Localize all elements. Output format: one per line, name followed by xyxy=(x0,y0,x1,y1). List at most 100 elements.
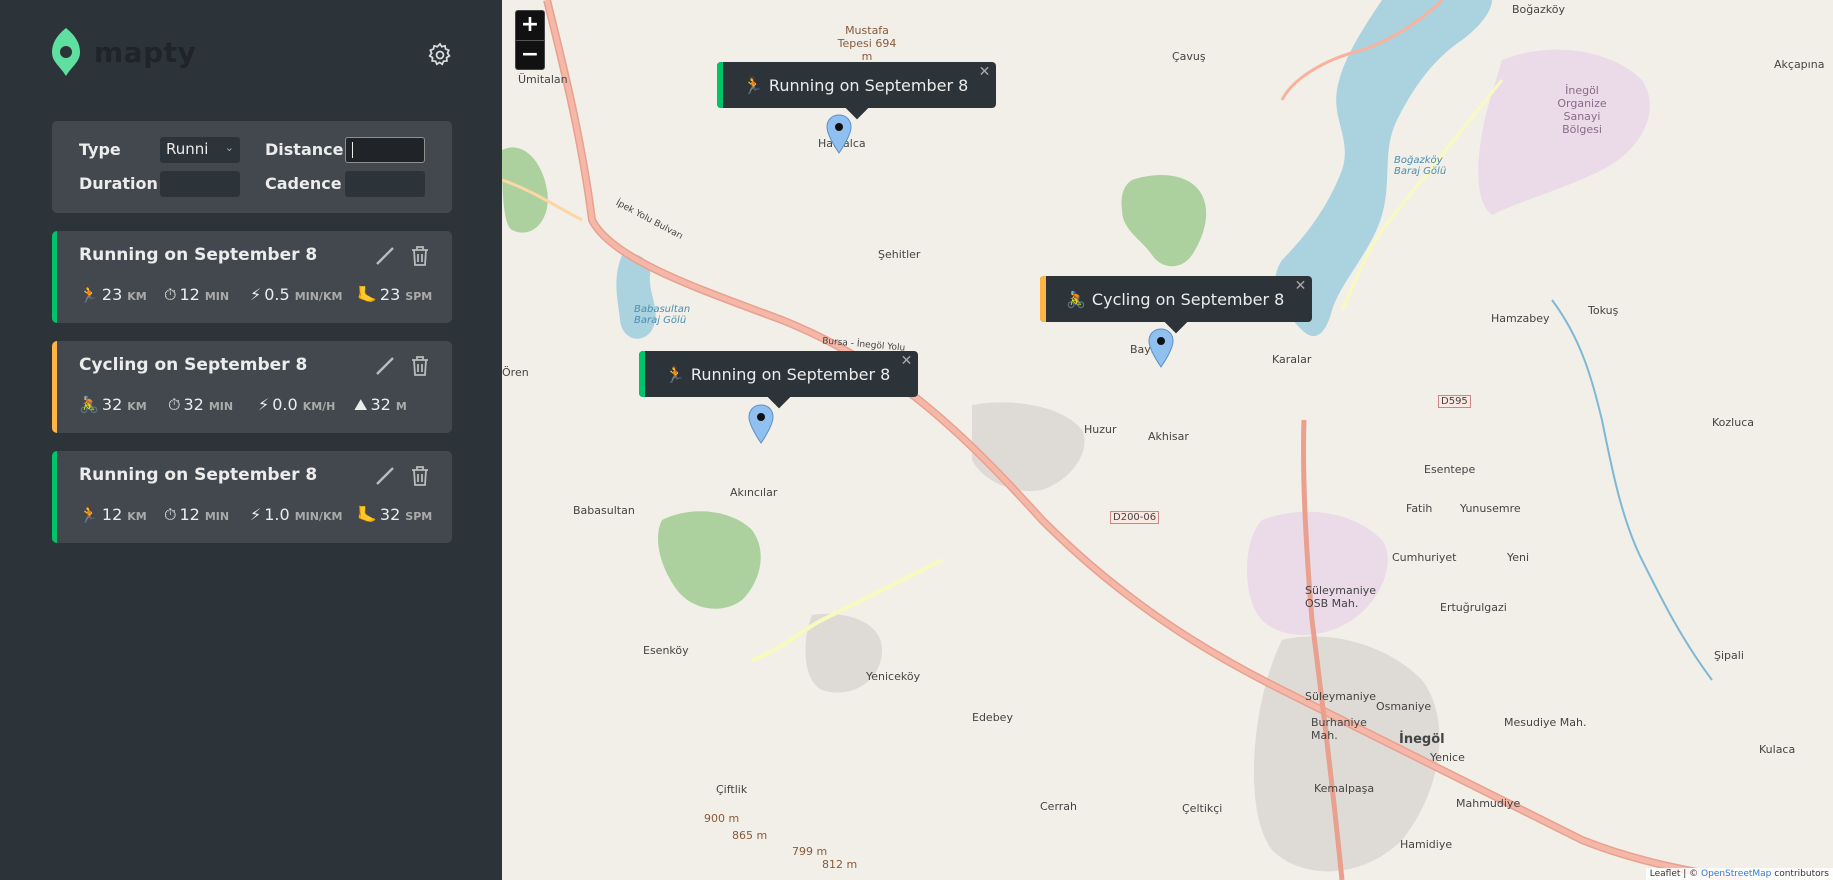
osm-link[interactable]: OpenStreetMap xyxy=(1701,869,1771,879)
workout-card[interactable]: Running on September 8 🏃 12 KM ⏱ 12 MIN ⚡ 1.0… xyxy=(52,451,452,543)
workout-type-bar xyxy=(52,231,57,323)
zoom-control: + − xyxy=(515,10,545,70)
workout-card[interactable]: Running on September 8 🏃 23 KM ⏱ 12 MIN ⚡ 0.5… xyxy=(52,231,452,323)
zoom-in-button[interactable]: + xyxy=(516,11,544,41)
map[interactable]: + − Boğazköy Ümitalan Mustafa Tepesi 694… xyxy=(502,0,1833,880)
workout-title: Cycling on September 8 xyxy=(79,355,308,375)
place-label: Ören xyxy=(502,366,529,379)
type-select[interactable]: Runni ⌄ xyxy=(160,137,240,163)
elevation-label: 799 m xyxy=(792,845,828,858)
gear-icon[interactable] xyxy=(427,42,453,68)
logo: mapty xyxy=(50,26,196,78)
duration-stat: ⏱ 32 MIN xyxy=(168,395,233,415)
place-label: Mahmudiye xyxy=(1456,797,1521,810)
distance-unit: KM xyxy=(127,510,147,523)
duration-input[interactable] xyxy=(160,171,240,197)
place-label: Çeltikçi xyxy=(1182,802,1223,815)
place-label: Hamzabey xyxy=(1491,312,1550,325)
lightning-icon: ⚡ xyxy=(250,285,262,304)
text-cursor xyxy=(352,142,353,158)
place-label: Babasultan xyxy=(573,504,635,517)
map-attribution: Leaflet | © OpenStreetMap contributors xyxy=(1645,868,1833,880)
place-label: Boğazköy xyxy=(1512,3,1565,16)
pace-value: 1.0 xyxy=(264,505,290,524)
close-icon[interactable]: ✕ xyxy=(1295,278,1307,294)
popup-type-bar xyxy=(717,62,723,108)
speed-unit: KM/H xyxy=(302,400,336,413)
workout-popup[interactable]: 🏃 Running on September 8 ✕ xyxy=(639,351,919,409)
map-marker-icon[interactable] xyxy=(1148,328,1174,368)
cyclist-icon: 🚴 xyxy=(79,395,99,414)
cadence-label: Cadence xyxy=(265,174,342,193)
popup-type-bar xyxy=(1040,276,1046,322)
place-label: Esentepe xyxy=(1424,463,1476,476)
duration-value: 32 xyxy=(183,395,204,414)
stopwatch-icon: ⏱ xyxy=(168,395,181,414)
popup-label: Cycling on September 8 xyxy=(1091,289,1285,309)
edit-icon[interactable] xyxy=(374,245,396,271)
place-label: Kozluca xyxy=(1712,416,1754,429)
cadence-value: 32 xyxy=(379,505,401,524)
trash-icon[interactable] xyxy=(410,465,430,491)
lightning-icon: ⚡ xyxy=(250,505,262,524)
duration-unit: MIN xyxy=(208,400,234,413)
place-label: Tokuş xyxy=(1588,304,1619,317)
place-label: Kemalpaşa xyxy=(1314,782,1375,795)
zoom-out-button[interactable]: − xyxy=(516,41,544,71)
distance-stat: 🏃 12 KM xyxy=(79,505,147,524)
cadence-input[interactable] xyxy=(345,171,425,197)
stopwatch-icon: ⏱ xyxy=(164,505,177,524)
place-label: Burhaniye Mah. xyxy=(1311,716,1367,742)
forest xyxy=(1121,175,1207,267)
place-label: Huzur xyxy=(1084,423,1117,436)
distance-unit: KM xyxy=(127,290,147,303)
industrial-zone xyxy=(1247,511,1388,635)
popup-label: Running on September 8 xyxy=(768,75,969,95)
pace-value: 0.5 xyxy=(264,285,290,304)
trash-icon[interactable] xyxy=(410,355,430,381)
pace-unit: MIN/KM xyxy=(294,290,343,303)
duration-unit: MIN xyxy=(204,290,230,303)
type-select-value: Runni xyxy=(166,140,209,158)
cyclist-icon: 🚴 xyxy=(1066,289,1086,309)
duration-stat: ⏱ 12 MIN xyxy=(164,505,229,525)
place-label: Ümitalan xyxy=(518,73,568,86)
map-marker-icon[interactable] xyxy=(826,114,852,154)
peak-label: Mustafa Tepesi 694 m xyxy=(837,24,897,63)
place-label: Yunusemre xyxy=(1460,502,1521,515)
workout-title: Running on September 8 xyxy=(79,245,318,265)
pace-stat: ⚡ 0.5 MIN/KM xyxy=(250,285,342,304)
lightning-icon: ⚡ xyxy=(258,395,270,414)
place-label: Akçapına xyxy=(1774,58,1825,71)
distance-input[interactable] xyxy=(345,137,425,163)
close-icon[interactable]: ✕ xyxy=(979,64,991,80)
workout-type-bar xyxy=(52,451,57,543)
place-label: Cumhuriyet xyxy=(1392,551,1457,564)
distance-stat: 🏃 23 KM xyxy=(79,285,147,304)
chevron-down-icon: ⌄ xyxy=(224,141,234,154)
trash-icon[interactable] xyxy=(410,245,430,271)
place-label: Akıncılar xyxy=(730,486,778,499)
speed-value: 0.0 xyxy=(272,395,298,414)
distance-value: 32 xyxy=(101,395,123,414)
map-marker-icon[interactable] xyxy=(748,404,774,444)
place-label: Çavuş xyxy=(1172,50,1206,63)
workout-popup[interactable]: 🏃 Running on September 8 ✕ xyxy=(717,62,997,120)
workout-popup[interactable]: 🚴 Cycling on September 8 ✕ xyxy=(1040,276,1313,334)
place-label: Fatih xyxy=(1406,502,1433,515)
place-label: Yeniceköy xyxy=(866,670,921,683)
workout-card[interactable]: Cycling on September 8 🚴 32 KM ⏱ 32 MIN ⚡ 0.0… xyxy=(52,341,452,433)
edit-icon[interactable] xyxy=(374,355,396,381)
close-icon[interactable]: ✕ xyxy=(901,353,913,369)
cadence-unit: SPM xyxy=(405,510,433,523)
road-shield: D200-06 xyxy=(1110,511,1160,524)
mountain-icon: ⛰ xyxy=(354,395,368,414)
edit-icon[interactable] xyxy=(374,465,396,491)
road-shield: D595 xyxy=(1438,395,1471,408)
duration-unit: MIN xyxy=(204,510,230,523)
town-area xyxy=(972,402,1085,491)
elevation-label: 812 m xyxy=(822,858,858,871)
place-label: Çiftlik xyxy=(716,783,748,796)
place-label: Ertuğrulgazi xyxy=(1440,601,1507,614)
attribution-prefix: Leaflet | © xyxy=(1649,869,1702,879)
